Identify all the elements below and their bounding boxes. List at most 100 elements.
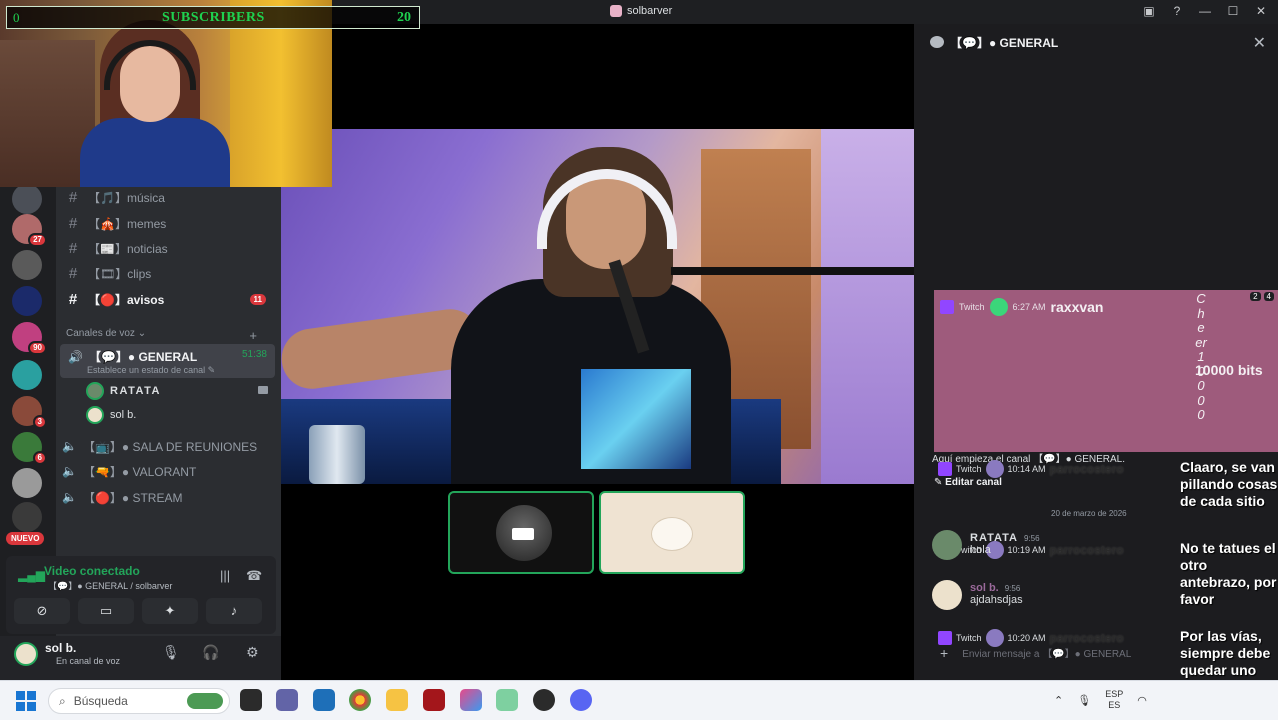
pencil-icon: ✎ <box>934 477 943 488</box>
twitch-message-text: Claaro, se van pillando cosas de cada si… <box>1180 459 1278 509</box>
voice-user-ratata[interactable]: RATATA <box>86 382 161 400</box>
new-badge[interactable]: NUEVO <box>6 532 45 545</box>
search-box[interactable]: ⌕ Búsqueda <box>48 688 230 714</box>
voice-category[interactable]: Canales de voz ⌄ + <box>66 328 271 343</box>
server-icon[interactable]: 90 <box>12 322 47 355</box>
voice-channel-valorant[interactable]: 🔈 【🔫】● VALORANT <box>62 460 196 482</box>
main-video-feed[interactable] <box>281 129 914 484</box>
message-input[interactable]: Enviar mensaje a 【💬】● GENERAL <box>962 645 1131 661</box>
headphones-icon[interactable]: 🎧 <box>202 644 219 661</box>
voice-status[interactable]: Video conectado <box>44 564 140 578</box>
mention-badge: 3 <box>32 415 47 429</box>
language-indicator[interactable]: ESP ES <box>1105 689 1123 711</box>
viewer-badges: 2 4 <box>1250 292 1274 301</box>
edit-channel-button[interactable]: ✎ Editar canal <box>934 477 1002 488</box>
hash-icon: # <box>68 214 78 232</box>
chevron-up-icon[interactable]: ⌃ <box>1054 694 1063 707</box>
date-divider: 20 de marzo de 2026 <box>1051 509 1127 518</box>
minimize-button[interactable]: — <box>1198 4 1212 18</box>
background-door <box>821 129 914 484</box>
server-icon[interactable]: 6 <box>12 432 47 465</box>
hash-icon: # <box>68 290 78 308</box>
help-icon[interactable]: ? <box>1170 4 1184 18</box>
teams-icon[interactable] <box>276 689 298 711</box>
avatar[interactable] <box>932 580 962 610</box>
maximize-button[interactable]: ☐ <box>1226 4 1240 18</box>
message-composer[interactable]: + Enviar mensaje a 【💬】● GENERAL <box>940 645 1131 661</box>
inbox-icon[interactable]: ▣ <box>1142 4 1156 18</box>
gear-icon[interactable]: ⚙ <box>246 644 259 661</box>
server-icon[interactable] <box>12 468 42 498</box>
app-icon[interactable] <box>460 689 482 711</box>
cheer-username[interactable]: raxxvan <box>1051 299 1104 315</box>
server-icon[interactable] <box>12 360 42 390</box>
avatar <box>86 382 104 400</box>
mic-icon[interactable]: 🎙 <box>162 644 180 661</box>
voice-user-sol[interactable]: sol b. <box>86 406 136 424</box>
add-channel-icon[interactable]: + <box>249 328 257 343</box>
app-icon[interactable] <box>496 689 518 711</box>
window-title: solbarver <box>610 5 672 17</box>
screen-share-button[interactable]: ▭ <box>78 598 134 624</box>
hash-icon: # <box>68 264 78 282</box>
app-icon[interactable] <box>533 689 555 711</box>
task-view-icon[interactable] <box>240 689 262 711</box>
unread-badge: 11 <box>249 293 266 305</box>
twitch-icon <box>940 300 954 314</box>
avatar[interactable] <box>932 530 962 560</box>
voice-channel-stream[interactable]: 🔈 【🔴】● STREAM <box>62 486 182 508</box>
mention-badge: 90 <box>28 341 47 355</box>
close-icon[interactable]: ✕ <box>1253 33 1266 53</box>
windows-start-icon[interactable] <box>16 691 36 711</box>
app-icon[interactable] <box>423 689 445 711</box>
camera-off-button[interactable]: ⊘ <box>14 598 70 624</box>
voice-channel-general[interactable]: 🔊 【💬】● GENERAL 51:38 Establece un estado … <box>60 344 275 378</box>
file-explorer-icon[interactable] <box>386 689 408 711</box>
channel-memes[interactable]: # 【🎪】memes <box>62 212 274 234</box>
channel-musica[interactable]: # 【🎵】música <box>62 186 274 208</box>
activities-button[interactable]: ✦ <box>142 598 198 624</box>
soundboard-button[interactable]: ♪ <box>206 598 262 624</box>
wifi-icon[interactable]: ◠ <box>1137 694 1147 707</box>
chrome-icon[interactable] <box>349 689 371 711</box>
drink-can <box>309 425 365 484</box>
avatar[interactable] <box>14 642 38 666</box>
mic-icon[interactable]: 🎙 <box>1077 694 1091 707</box>
disconnect-icon[interactable]: ☎ <box>246 568 262 584</box>
channel-avisos[interactable]: # 【🔴】avisos 11 <box>62 288 274 310</box>
camera-icon <box>258 386 268 394</box>
add-attachment-icon[interactable]: + <box>940 645 948 661</box>
avatar <box>989 298 1008 316</box>
noise-suppression-icon[interactable]: ||| <box>220 568 230 583</box>
server-icon[interactable] <box>12 250 42 280</box>
store-icon[interactable] <box>313 689 335 711</box>
server-icon[interactable] <box>12 184 42 214</box>
participant-tile[interactable] <box>448 491 594 574</box>
channel-noticias[interactable]: # 【📰】noticias <box>62 237 274 259</box>
avatar <box>86 406 104 424</box>
server-icon[interactable] <box>12 502 42 532</box>
server-icon[interactable]: 3 <box>12 396 47 429</box>
twitch-message-text: No te tatues el otro antebrazo, por favo… <box>1180 540 1277 607</box>
subscriber-counter: 0 SUBSCRIBERS 20 <box>6 6 420 29</box>
chat-message: sol b. 9:56 ajdahsdjas <box>932 580 1023 610</box>
mention-badge: 27 <box>28 233 47 247</box>
voice-channel-reuniones[interactable]: 🔈 【📺】● SALA DE REUNIONES <box>62 435 257 457</box>
server-icon[interactable] <box>12 286 42 316</box>
mention-badge: 6 <box>32 451 47 465</box>
server-icon[interactable]: 27 <box>12 214 47 247</box>
username[interactable]: sol b. <box>45 641 76 655</box>
channel-clips[interactable]: # 【🎞】clips <box>62 262 274 284</box>
chat-header: 【💬】● GENERAL <box>914 24 1278 60</box>
discord-icon[interactable] <box>570 689 592 711</box>
participant-tile[interactable] <box>599 491 745 574</box>
mic-boom-arm <box>671 267 914 275</box>
speaker-icon: 🔈 <box>62 490 77 504</box>
speaker-icon: 🔈 <box>62 464 77 478</box>
voice-location[interactable]: 【💬】● GENERAL / solbarver <box>48 579 172 592</box>
close-window-button[interactable]: ✕ <box>1254 4 1268 18</box>
channel-status-text[interactable]: Establece un estado de canal <box>87 365 205 375</box>
cheer-bits: 10000 bits <box>1195 362 1263 378</box>
streamer-shirt <box>80 118 230 187</box>
signal-icon[interactable]: ▂▄▆ <box>18 568 45 582</box>
